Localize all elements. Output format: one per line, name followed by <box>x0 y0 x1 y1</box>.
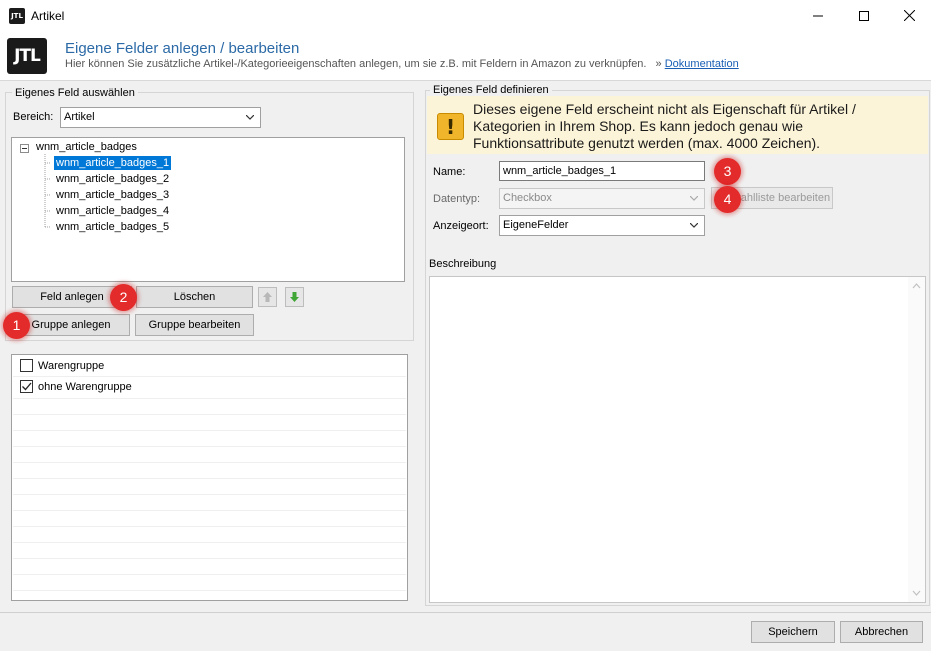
minimize-button[interactable] <box>795 0 841 31</box>
datentyp-label: Datentyp: <box>433 193 481 205</box>
row-divider <box>13 376 406 377</box>
maximize-icon <box>859 10 869 21</box>
row-divider <box>13 462 406 463</box>
field-tree[interactable]: wnm_article_badges wnm_article_badges_1 … <box>11 137 405 282</box>
row-divider <box>13 430 406 431</box>
row-divider <box>13 590 406 591</box>
ohne-warengruppe-checkbox[interactable] <box>20 380 33 393</box>
tree-node-5[interactable]: wnm_article_badges_5 <box>54 220 171 234</box>
gruppe-bearbeiten-button[interactable]: Gruppe bearbeiten <box>135 314 254 336</box>
name-label: Name: <box>433 166 466 178</box>
window-title: Artikel <box>31 9 65 23</box>
tree-node-3[interactable]: wnm_article_badges_3 <box>54 188 171 202</box>
tree-node-4[interactable]: wnm_article_badges_4 <box>54 204 171 218</box>
link-prefix: » <box>655 58 662 70</box>
warning-text: Dieses eigene Feld erscheint nicht als E… <box>473 101 856 151</box>
checkmark-icon <box>22 382 32 391</box>
row-divider <box>13 414 406 415</box>
name-input[interactable]: wnm_article_badges_1 <box>499 161 705 181</box>
annotation-badge-4: 4 <box>714 186 741 213</box>
minimize-icon <box>813 15 823 16</box>
tree-root-node[interactable]: wnm_article_badges <box>34 140 139 154</box>
bereich-select[interactable]: Artikel <box>60 107 261 128</box>
jtl-logo: JTL <box>7 38 47 74</box>
warengruppe-checklist[interactable]: Warengruppe ohne Warengruppe <box>11 354 408 601</box>
abbrechen-button[interactable]: Abbrechen <box>840 621 923 643</box>
scrollbar-arrows <box>912 283 921 596</box>
bereich-label: Bereich: <box>13 111 54 123</box>
anzeigeort-label: Anzeigeort: <box>433 220 489 232</box>
footer-separator <box>0 612 931 613</box>
warengruppe-checkbox[interactable] <box>20 359 33 372</box>
subtitle-text: Hier können Sie zusätzliche Artikel-/Kat… <box>65 58 647 70</box>
close-icon <box>903 10 915 21</box>
chevron-down-icon <box>690 223 698 228</box>
row-divider <box>13 574 406 575</box>
arrow-up-icon <box>263 292 272 302</box>
page-subtitle: Hier können Sie zusätzliche Artikel-/Kat… <box>65 58 739 70</box>
row-divider <box>13 478 406 479</box>
row-divider <box>13 526 406 527</box>
title-bar <box>0 0 931 31</box>
warengruppe-label: Warengruppe <box>38 360 105 372</box>
annotation-badge-1: 1 <box>3 312 30 339</box>
tree-lines <box>20 144 50 228</box>
arrow-down-icon <box>290 292 299 302</box>
move-down-button[interactable] <box>285 287 304 307</box>
close-button[interactable] <box>887 0 931 31</box>
datentyp-select[interactable]: Checkbox <box>499 188 705 209</box>
move-up-button[interactable] <box>258 287 277 307</box>
documentation-link[interactable]: Dokumentation <box>665 58 739 70</box>
beschreibung-label: Beschreibung <box>429 258 497 270</box>
row-divider <box>13 494 406 495</box>
anzeigeort-select[interactable]: EigeneFelder <box>499 215 705 236</box>
warning-icon: ! <box>437 113 464 140</box>
chevron-down-icon <box>690 196 698 201</box>
beschreibung-scrollbar[interactable] <box>908 277 925 602</box>
chevron-down-icon <box>246 115 254 120</box>
page-title: Eigene Felder anlegen / bearbeiten <box>65 40 300 57</box>
row-divider <box>13 542 406 543</box>
speichern-button[interactable]: Speichern <box>751 621 835 643</box>
row-divider <box>13 398 406 399</box>
loeschen-button[interactable]: Löschen <box>136 286 253 308</box>
anzeigeort-value: EigeneFelder <box>503 219 569 231</box>
row-divider <box>13 558 406 559</box>
app-icon: JTL <box>9 8 25 24</box>
row-divider <box>13 510 406 511</box>
tree-node-1[interactable]: wnm_article_badges_1 <box>54 156 172 170</box>
ohne-warengruppe-label: ohne Warengruppe <box>38 381 132 393</box>
bereich-value: Artikel <box>64 111 95 123</box>
tree-node-2[interactable]: wnm_article_badges_2 <box>54 172 171 186</box>
field-select-group-title: Eigenes Feld auswählen <box>12 87 138 99</box>
maximize-button[interactable] <box>841 0 887 31</box>
field-define-group-title: Eigenes Feld definieren <box>430 84 552 96</box>
row-divider <box>13 446 406 447</box>
datentyp-value: Checkbox <box>503 192 552 204</box>
beschreibung-textarea[interactable] <box>429 276 926 603</box>
annotation-badge-3: 3 <box>714 158 741 185</box>
annotation-badge-2: 2 <box>110 284 137 311</box>
